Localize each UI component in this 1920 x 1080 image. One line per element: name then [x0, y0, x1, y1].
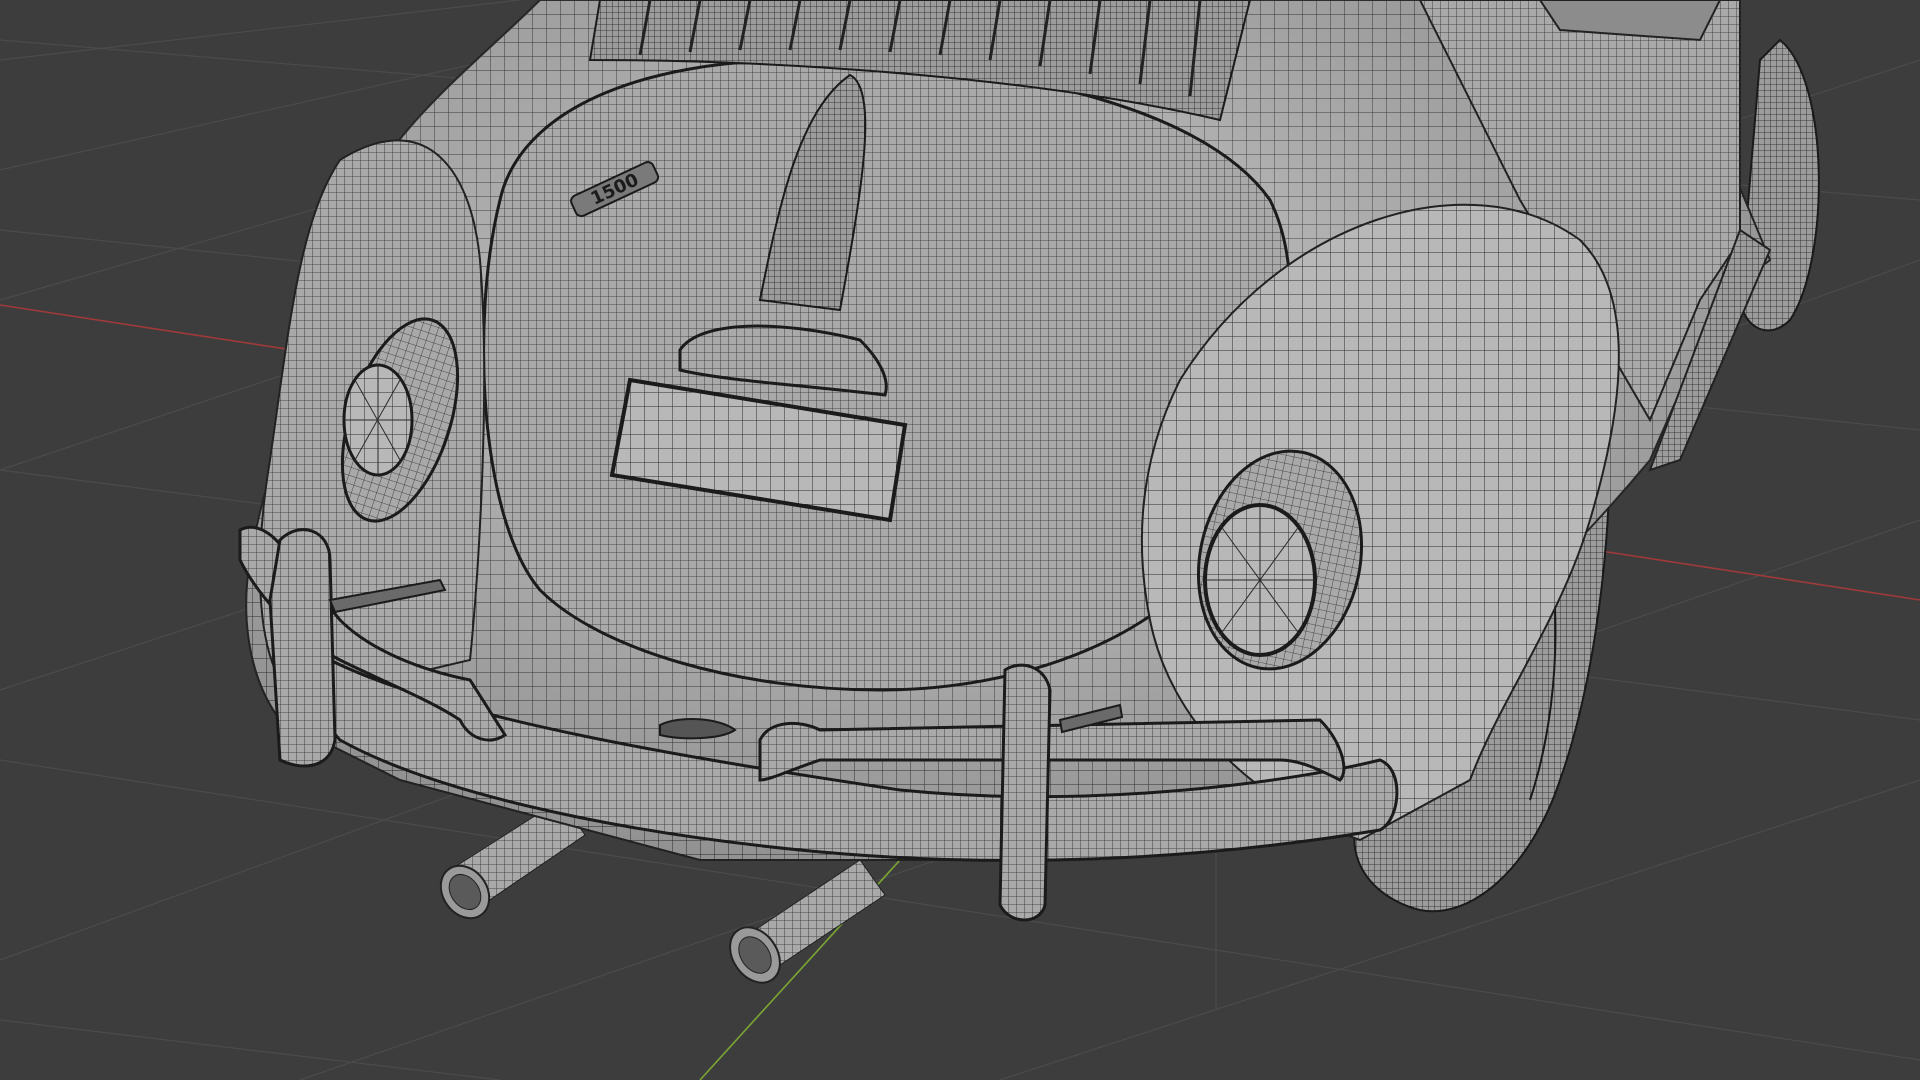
3d-viewport[interactable]: 1500	[0, 0, 1920, 1080]
viewport-scene[interactable]: 1500	[0, 0, 1920, 1080]
